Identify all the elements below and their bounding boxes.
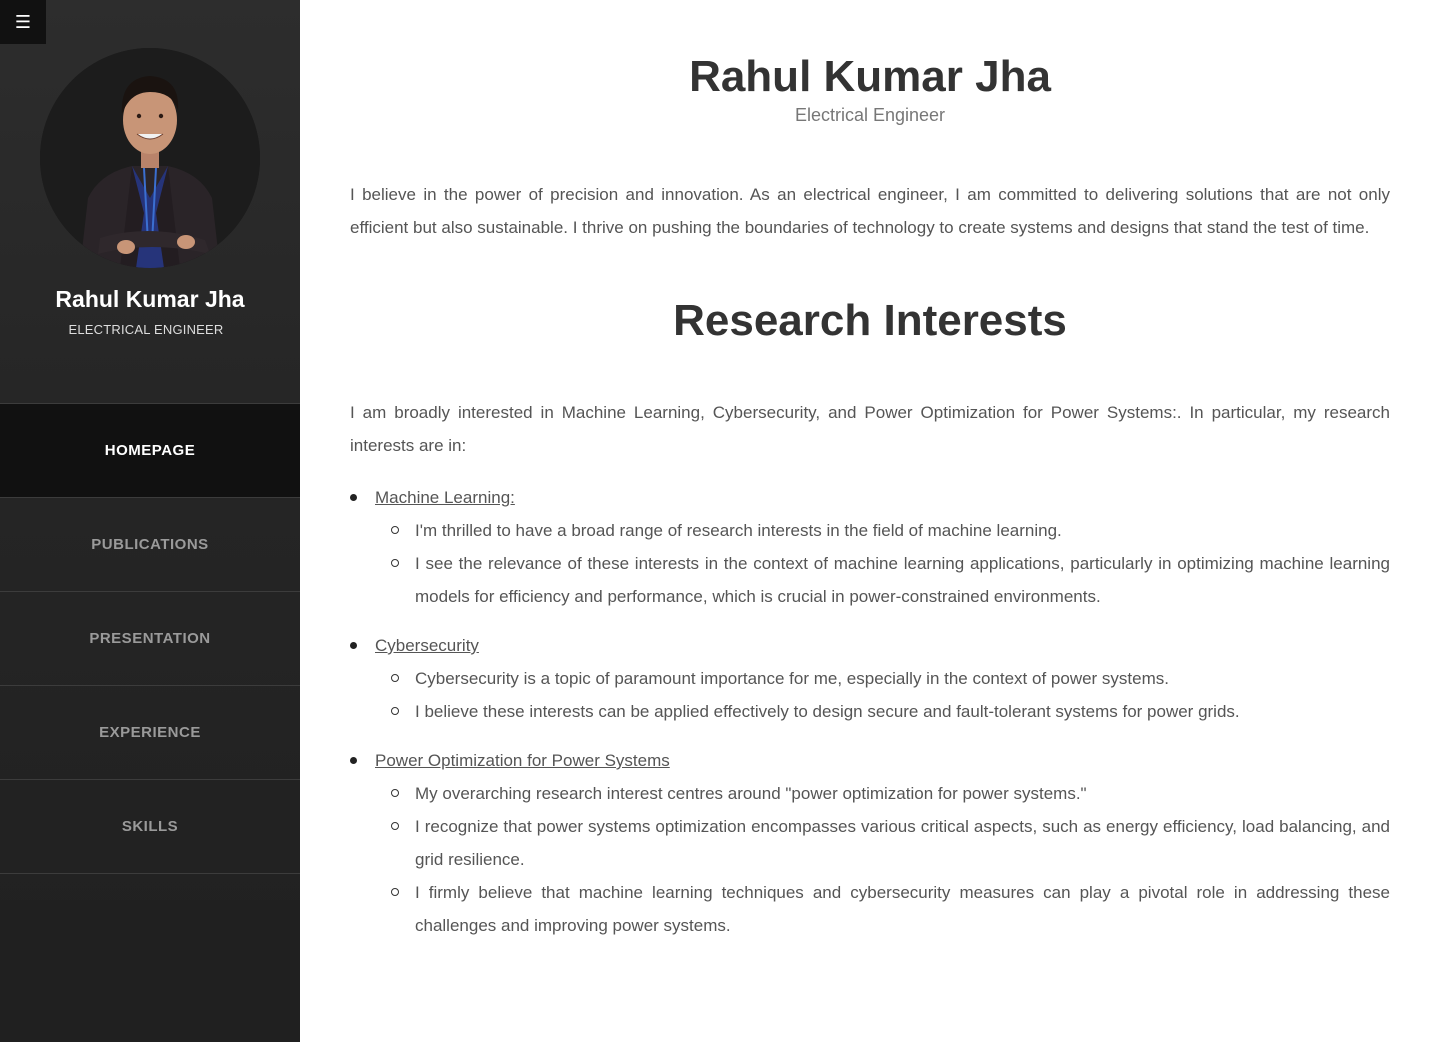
nav-item-skills[interactable]: SKILLS — [0, 779, 300, 873]
research-topics-list: Machine Learning: I'm thrilled to have a… — [350, 481, 1390, 958]
profile-photo — [40, 48, 260, 268]
nav-item-experience[interactable]: EXPERIENCE — [0, 685, 300, 779]
list-item: I recognize that power systems optimizat… — [390, 810, 1390, 876]
list-item: Cybersecurity Cybersecurity is a topic o… — [350, 629, 1390, 728]
sidebar: ☰ Rahul Kumar Jha ELECTRICAL ENGINEER HO… — [0, 0, 300, 1042]
section-title-research: Research Interests — [673, 296, 1067, 345]
avatar — [40, 48, 260, 268]
list-item: I believe these interests can be applied… — [390, 695, 1390, 728]
sidebar-name: Rahul Kumar Jha — [55, 286, 245, 312]
menu-toggle-button[interactable]: ☰ — [0, 0, 46, 44]
sidebar-role: ELECTRICAL ENGINEER — [68, 322, 224, 337]
sidebar-footer — [0, 900, 300, 1042]
list-item: I see the relevance of these interests i… — [390, 547, 1390, 613]
nav-item-homepage[interactable]: HOMEPAGE — [0, 403, 300, 497]
list-item: Machine Learning: I'm thrilled to have a… — [350, 481, 1390, 613]
sub-list: My overarching research interest centres… — [375, 777, 1390, 942]
list-item: My overarching research interest centres… — [390, 777, 1390, 810]
intro-paragraph: I believe in the power of precision and … — [350, 185, 1390, 237]
nav-item-publications[interactable]: PUBLICATIONS — [0, 497, 300, 591]
sub-list: I'm thrilled to have a broad range of re… — [375, 514, 1390, 613]
research-lead-paragraph: I am broadly interested in Machine Learn… — [350, 403, 1390, 455]
topic-link-power-optimization[interactable]: Power Optimization for Power Systems — [375, 751, 670, 770]
page-title: Rahul Kumar Jha — [689, 52, 1051, 101]
list-item: Power Optimization for Power Systems My … — [350, 744, 1390, 942]
list-item: I'm thrilled to have a broad range of re… — [390, 514, 1390, 547]
page-subtitle: Electrical Engineer — [794, 105, 946, 125]
list-item: I firmly believe that machine learning t… — [390, 876, 1390, 942]
list-item: Cybersecurity is a topic of paramount im… — [390, 662, 1390, 695]
sub-list: Cybersecurity is a topic of paramount im… — [375, 662, 1390, 728]
topic-link-cybersecurity[interactable]: Cybersecurity — [375, 636, 479, 655]
nav-item-presentation[interactable]: PRESENTATION — [0, 591, 300, 685]
topic-link-machine-learning[interactable]: Machine Learning: — [375, 488, 515, 507]
sidebar-nav: HOMEPAGE PUBLICATIONS PRESENTATION EXPER… — [0, 403, 300, 873]
hamburger-icon: ☰ — [14, 11, 32, 32]
nav-divider — [0, 873, 300, 901]
